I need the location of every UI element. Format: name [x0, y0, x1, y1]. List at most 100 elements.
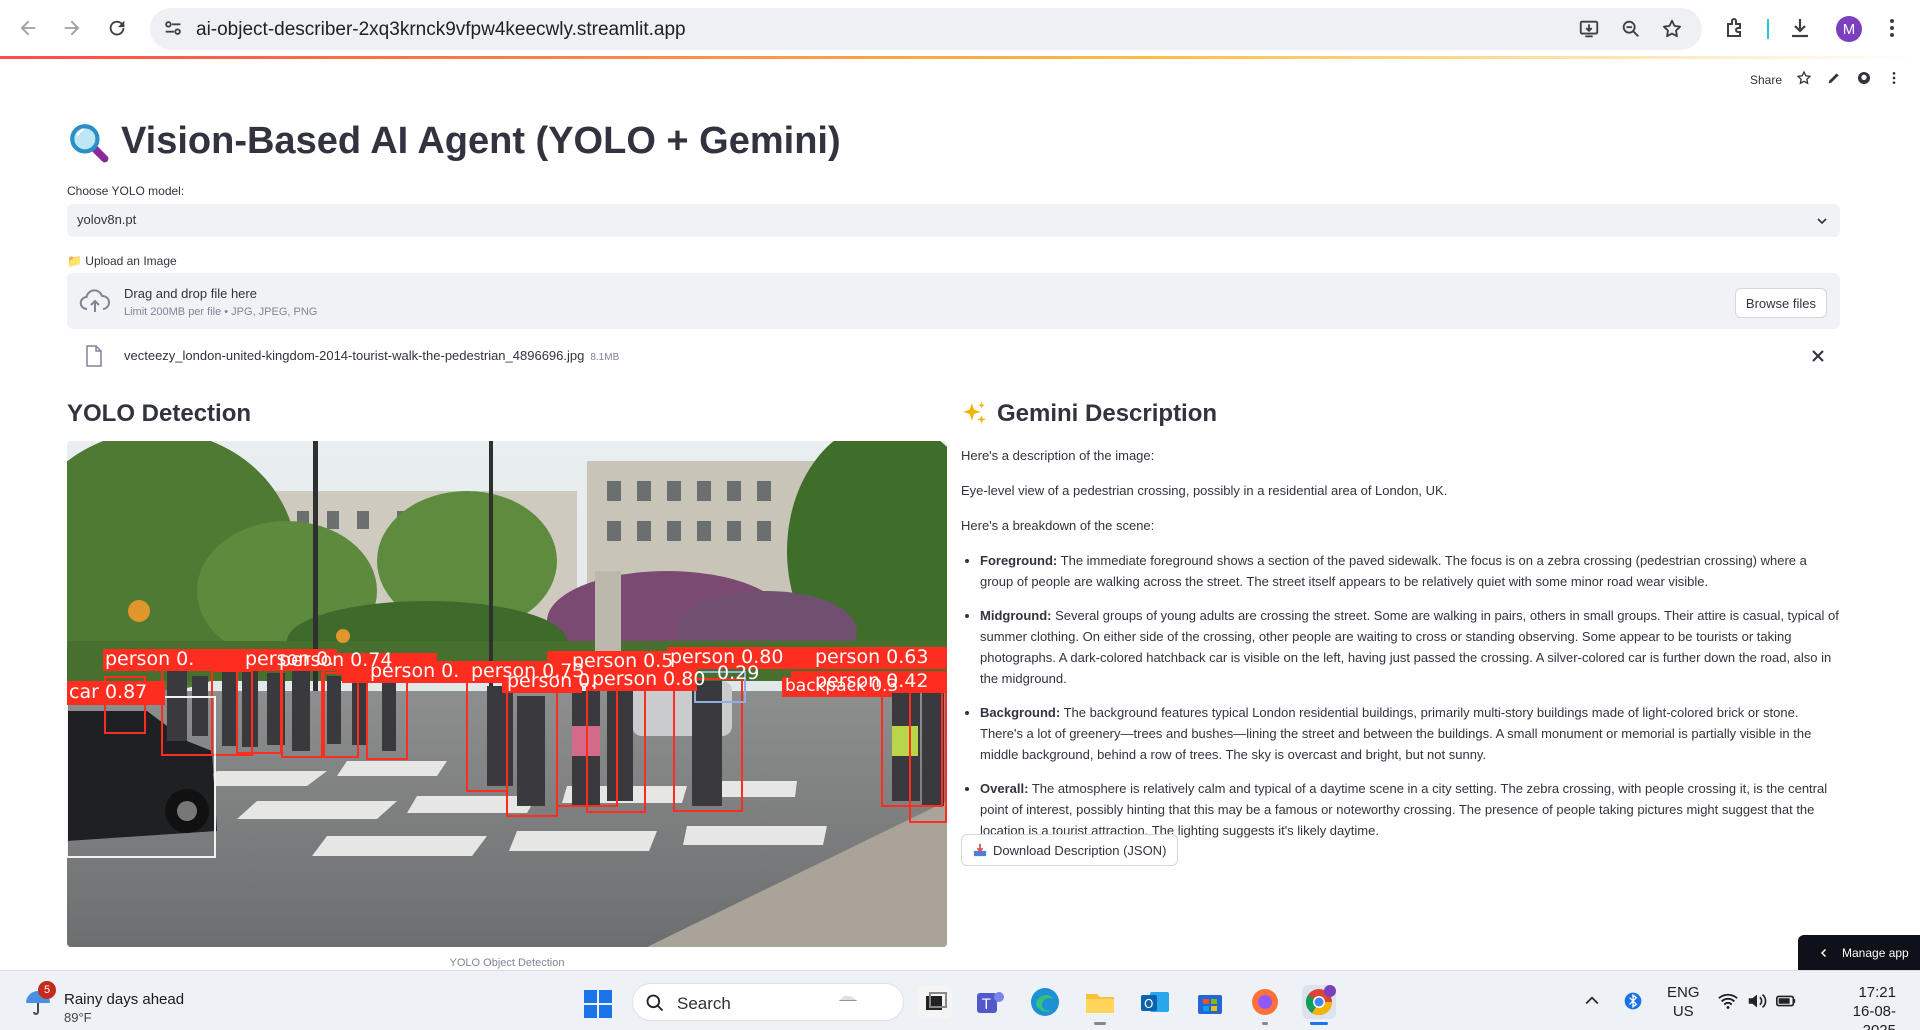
image-caption: YOLO Object Detection — [449, 957, 565, 969]
share-button[interactable]: Share — [1750, 73, 1782, 87]
lang-region: US — [1672, 1003, 1694, 1020]
reload-icon[interactable] — [103, 14, 131, 42]
detection-label: person 0.63 — [815, 646, 929, 668]
item-text: The background features typical London r… — [980, 705, 1812, 762]
model-select-value: yolov8n.pt — [77, 212, 137, 227]
chevron-left-icon — [1820, 948, 1827, 958]
magnifying-glass-icon — [70, 123, 109, 162]
teams-icon[interactable]: T — [973, 985, 1007, 1019]
zoom-icon[interactable] — [1620, 18, 1644, 42]
list-item: Midground: Several groups of young adult… — [980, 605, 1843, 689]
search-icon — [646, 994, 664, 1012]
install-app-icon[interactable] — [1578, 18, 1602, 42]
manage-app-button[interactable]: Manage app — [1798, 935, 1920, 971]
file-icon — [86, 345, 102, 367]
back-icon[interactable] — [14, 14, 42, 42]
bluetooth-icon[interactable] — [1623, 991, 1643, 1011]
detection-label: person 0. — [370, 660, 460, 682]
lang-primary: ENG — [1667, 984, 1700, 1001]
app-menu-icon[interactable] — [1886, 70, 1902, 89]
detection-label: backpack 0.3 — [785, 676, 899, 696]
desc-list: Foreground: The immediate foreground sho… — [961, 550, 1843, 841]
windows-start-icon[interactable] — [583, 989, 613, 1019]
favorite-star-icon[interactable] — [1796, 70, 1812, 89]
streamlit-header: Share — [1750, 70, 1902, 89]
chevron-down-icon — [1817, 218, 1827, 225]
taskbar-search[interactable]: Search — [632, 983, 904, 1021]
language-indicator[interactable]: ENG US — [1667, 983, 1700, 1021]
clock-date: 16-08-2025 — [1852, 1003, 1896, 1030]
task-view-icon[interactable] — [918, 985, 952, 1019]
uploaded-file-name: vecteezy_london-united-kingdom-2014-tour… — [124, 348, 585, 363]
gemini-heading-row: Gemini Description — [961, 400, 1217, 428]
battery-icon[interactable] — [1775, 990, 1797, 1012]
dropzone-title: Drag and drop file here — [124, 286, 257, 301]
desc-breakdown-intro: Here's a breakdown of the scene: — [961, 518, 1155, 533]
manage-app-label: Manage app — [1842, 946, 1909, 960]
downloads-icon[interactable] — [1788, 16, 1814, 42]
item-term: Background: — [980, 705, 1061, 720]
weather-title: Rainy days ahead — [64, 991, 185, 1008]
svg-text:O: O — [1144, 997, 1153, 1011]
wifi-icon[interactable] — [1717, 990, 1739, 1012]
detection-label: person 0.80 — [592, 668, 706, 690]
desc-summary: Eye-level view of a pedestrian crossing,… — [961, 483, 1448, 498]
yolo-detection-image: person 0. person 0. person 0.74 person 0… — [67, 441, 947, 947]
browser-toolbar: ai-object-describer-2xq3krnck9vfpw4keecw… — [0, 0, 1920, 58]
edit-pencil-icon[interactable] — [1826, 70, 1842, 89]
streamlit-decoration-bar — [0, 56, 1920, 59]
weather-badge: 5 — [38, 981, 56, 999]
file-explorer-icon[interactable] — [1083, 985, 1117, 1025]
download-label: Download Description (JSON) — [993, 842, 1167, 858]
chevron-up-icon[interactable] — [1582, 991, 1602, 1011]
edge-icon[interactable] — [1028, 985, 1062, 1019]
list-item: Background: The background features typi… — [980, 702, 1843, 765]
file-dropzone[interactable]: Drag and drop file here Limit 200MB per … — [67, 273, 1840, 329]
windows-taskbar: 5 Rainy days ahead 89°F Search T O ENG U… — [0, 970, 1920, 1030]
extensions-icon[interactable] — [1724, 16, 1750, 42]
item-text: The immediate foreground shows a section… — [980, 553, 1807, 589]
search-placeholder: Search — [677, 994, 731, 1013]
inbox-tray-icon — [973, 843, 987, 857]
toolbar-divider — [1767, 19, 1769, 39]
dropzone-limit: Limit 200MB per file • JPG, JPEG, PNG — [124, 306, 318, 318]
system-clock[interactable]: 17:21 16-08-2025 — [1824, 983, 1896, 1030]
detection-label: person 0. — [507, 670, 597, 692]
bookmark-star-icon[interactable] — [1661, 18, 1685, 42]
forward-icon[interactable] — [58, 14, 86, 42]
site-info-icon[interactable] — [162, 17, 186, 41]
volume-icon[interactable] — [1746, 990, 1768, 1012]
item-term: Midground: — [980, 608, 1052, 623]
uploaded-file-size: 8.1MB — [590, 352, 620, 363]
address-bar[interactable]: ai-object-describer-2xq3krnck9vfpw4keecw… — [150, 8, 1702, 50]
url-text[interactable]: ai-object-describer-2xq3krnck9vfpw4keecw… — [196, 19, 686, 41]
github-icon[interactable] — [1856, 70, 1872, 89]
clock-time: 17:21 — [1858, 984, 1896, 1001]
cloud-upload-icon — [79, 289, 110, 312]
page-title-row: Vision-Based AI Agent (YOLO + Gemini) — [67, 120, 841, 163]
browse-files-button[interactable]: Browse files — [1734, 288, 1827, 318]
chrome-icon[interactable] — [1302, 985, 1336, 1025]
detection-label: car 0.87 — [69, 681, 148, 703]
upload-label: 📁 Upload an Image — [67, 254, 177, 268]
item-term: Overall: — [980, 781, 1029, 796]
desc-intro: Here's a description of the image: — [961, 448, 1155, 463]
gemini-description: Here's a description of the image: Eye-l… — [961, 445, 1843, 854]
firefox-icon[interactable] — [1248, 985, 1282, 1025]
sparkles-icon — [963, 402, 986, 424]
remove-file-close-icon[interactable] — [1808, 346, 1828, 366]
store-icon[interactable] — [1193, 985, 1227, 1019]
model-select[interactable]: yolov8n.pt — [67, 204, 1840, 237]
gemini-heading: Gemini Description — [997, 400, 1218, 427]
search-highlight-icon — [839, 995, 857, 1001]
item-text: Several groups of young adults are cross… — [980, 608, 1839, 686]
outlook-icon[interactable]: O — [1138, 985, 1172, 1019]
weather-widget[interactable]: 5 Rainy days ahead 89°F — [24, 981, 224, 1025]
download-json-button[interactable]: Download Description (JSON) — [961, 834, 1179, 866]
page-title: Vision-Based AI Agent (YOLO + Gemini) — [121, 120, 841, 162]
uploaded-file-row: vecteezy_london-united-kingdom-2014-tour… — [67, 340, 1840, 374]
list-item: Foreground: The immediate foreground sho… — [980, 550, 1843, 592]
browser-menu-icon[interactable] — [1880, 16, 1906, 42]
list-item: Overall: The atmosphere is relatively ca… — [980, 778, 1843, 841]
profile-avatar[interactable]: M — [1836, 16, 1862, 42]
